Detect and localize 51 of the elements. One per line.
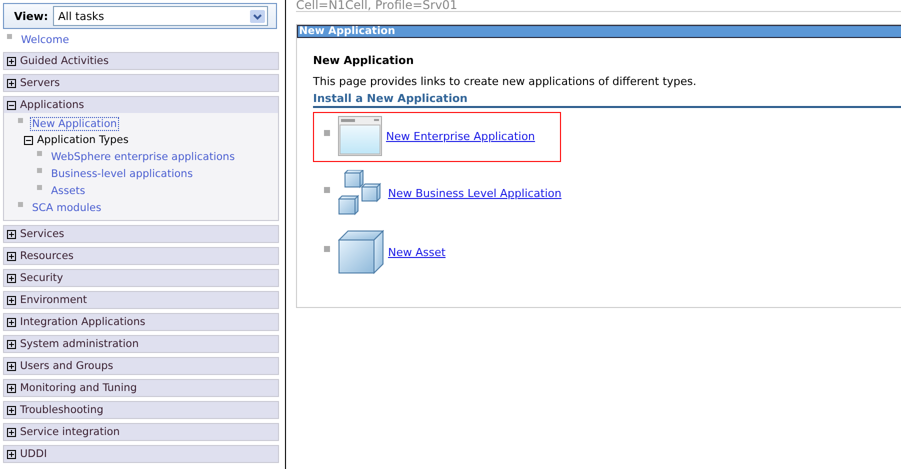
cube-icon [338,230,384,274]
bullet-icon [18,118,23,123]
expand-icon[interactable] [7,406,16,414]
tree-group-label[interactable]: Application Types [37,134,129,146]
panel-title: New Application [297,25,901,38]
section-label[interactable]: Servers [20,77,60,89]
bullet-icon [37,151,42,156]
application-link[interactable]: New Business Level Application [388,186,562,200]
bullet-icon [37,168,42,173]
expand-icon[interactable] [7,78,16,88]
application-link[interactable]: New Enterprise Application [386,130,536,142]
expand-icon[interactable] [7,252,16,260]
window-icon [338,116,382,156]
bullet-icon [7,34,12,39]
expand-icon[interactable] [7,384,16,392]
breadcrumb: Cell=N1Cell, Profile=Srv01 [296,0,901,12]
section-label[interactable]: Environment [20,294,88,306]
bullet-icon [324,187,330,193]
expand-icon[interactable] [7,56,16,66]
expand-icon[interactable] [7,230,16,238]
expand-icon[interactable] [7,318,16,326]
bullet-icon [18,202,23,207]
view-dropdown[interactable]: All tasks [53,6,268,26]
bullet-icon [37,185,42,190]
nav-link[interactable]: SCA modules [30,200,104,214]
cubes-icon [338,170,384,216]
expand-icon[interactable] [7,428,16,436]
nav-link[interactable]: Assets [49,184,88,198]
view-label: View: [14,10,48,22]
expand-icon[interactable] [7,296,16,304]
collapse-icon[interactable] [24,136,33,144]
section-label[interactable]: Services [20,228,64,240]
nav-link[interactable]: WebSphere enterprise applications [49,150,237,164]
section-label[interactable]: Resources [20,250,74,262]
expand-icon[interactable] [7,274,16,282]
expand-icon[interactable] [7,362,16,370]
application-link[interactable]: New Asset [388,246,446,258]
page-description: This page provides links to create new applications of different types. [313,75,698,88]
collapse-icon[interactable] [7,100,16,110]
expand-icon[interactable] [7,340,16,348]
bullet-icon [324,246,330,252]
section-label[interactable]: UDDI [20,448,47,460]
section-label[interactable]: Security [20,272,64,284]
section-title: Install a New Application [313,92,901,108]
nav-link[interactable]: Welcome [19,32,72,46]
section-label[interactable]: Applications [20,99,84,111]
nav-link[interactable]: New Application [30,116,119,130]
expand-icon[interactable] [7,450,16,458]
bullet-icon [324,130,330,136]
nav-link[interactable]: Business-level applications [49,166,195,180]
page-heading: New Application [313,54,415,67]
